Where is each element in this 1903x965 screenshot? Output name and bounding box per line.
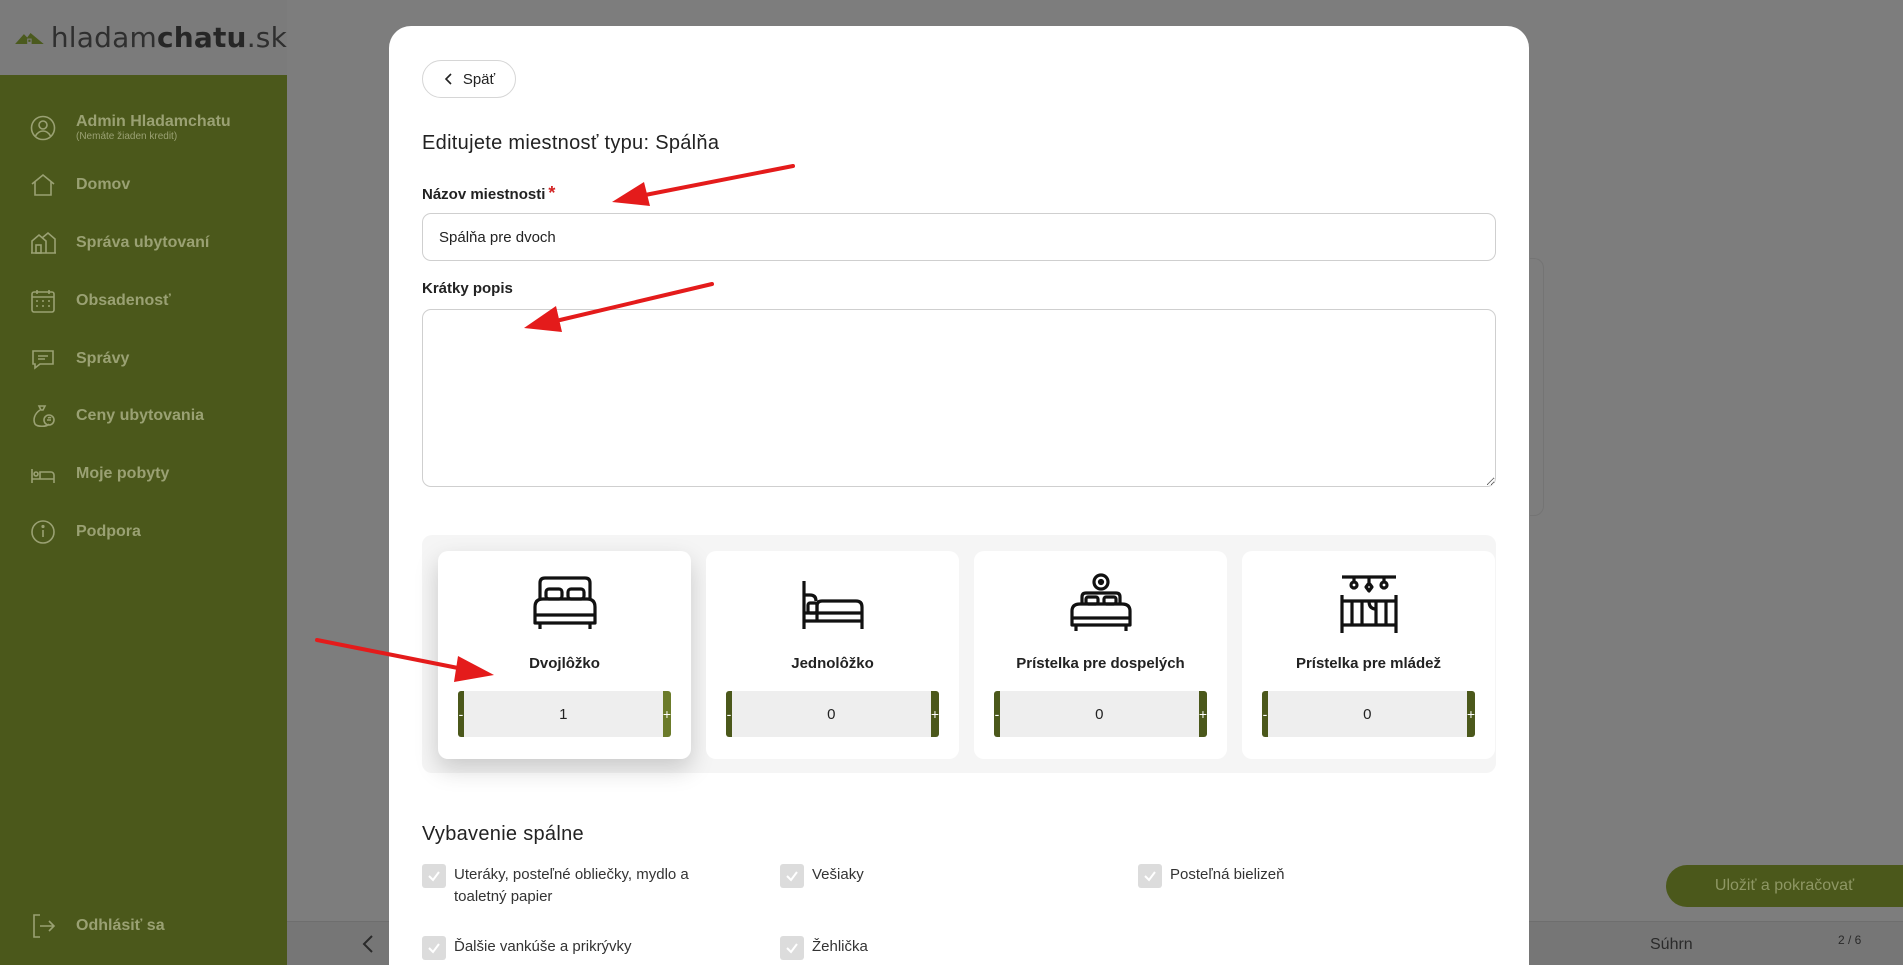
logout-icon [33,914,56,938]
equipment-item: Posteľná bielizeň [1138,864,1284,888]
calendar-icon [31,290,55,313]
room-name-label: Názov miestnosti * [422,183,556,203]
edit-room-modal: Späť Editujete miestnosť typu: Spálňa Ná… [389,26,1529,965]
sidebar-item-label: Podpora [76,523,141,540]
equipment-item: Ďalšie vankúše a prikrývky [422,936,632,960]
double-bed-icon [532,576,597,629]
back-label: Späť [462,70,496,88]
logo-roof-icon [15,32,44,44]
sidebar-item-label: Domov [76,176,131,193]
user-credit: (Nemáte žiaden kredit) [76,131,178,142]
checkbox[interactable] [780,864,804,888]
logout-button[interactable]: Odhlásiť sa [0,906,287,946]
checkbox[interactable] [422,936,446,960]
equipment-label: Vešiaky [812,866,864,883]
message-icon [32,350,54,370]
bed-card-single: Jednolôžko - + [706,551,959,759]
quantity-stepper: - + [994,691,1207,737]
sidebar: hladamchatu.sk Admin Hladamchatu (Nemáte… [0,0,287,965]
check-icon [428,943,440,954]
equipment-title: Vybavenie spálne [422,823,584,845]
sidebar-item-label: Obsadenosť [76,292,171,309]
sidebar-item-sprava-ubytovani[interactable]: Správa ubytovaní [0,223,287,263]
equipment-item: Žehlička [780,936,868,960]
bed-name: Prístelka pre dospelých [1016,655,1185,672]
logo[interactable]: hladamchatu.sk [0,0,287,75]
quantity-stepper: - + [726,691,939,737]
modal-title: Editujete miestnosť typu: Spálňa [422,132,720,154]
sidebar-item-obsadenost[interactable]: Obsadenosť [0,281,287,321]
crib-icon [1339,575,1398,633]
adult-extra-bed-icon [1069,573,1132,631]
increment-button[interactable]: + [930,691,939,737]
sidebar-item-user[interactable]: Admin Hladamchatu (Nemáte žiaden kredit) [0,108,287,148]
chevron-left-icon [444,73,452,85]
bed-card-adult-extra: Prístelka pre dospelých - + [974,551,1227,759]
back-button[interactable]: Späť [422,60,516,98]
summary-step[interactable]: Súhrn [1650,936,1693,954]
room-name-input[interactable] [422,213,1496,261]
check-icon [428,871,440,882]
check-icon [786,943,798,954]
required-mark: * [548,183,556,203]
single-bed-icon [801,581,864,629]
checkbox[interactable] [1138,864,1162,888]
beds-panel: Dvojlôžko - + Jednolôžko - + [422,535,1496,773]
sidebar-item-ceny-ubytovania[interactable]: Ceny ubytovania [0,396,287,436]
chevron-left-icon[interactable] [360,934,376,954]
quantity-stepper: - + [1262,691,1475,737]
sidebar-item-label: Správa ubytovaní [76,234,210,251]
checkbox[interactable] [422,864,446,888]
logout-label: Odhlásiť sa [76,917,165,934]
quantity-stepper: - + [458,691,671,737]
check-icon [1144,871,1156,882]
bed-card-youth-extra: Prístelka pre mládež - + [1242,551,1495,759]
background-card [1530,258,1544,516]
logo-text: hladamchatu.sk [50,21,287,54]
quantity-input[interactable] [731,691,931,737]
buildings-icon [31,231,56,254]
equipment-label: Uteráky, posteľné obliečky, mydlo a toal… [454,866,689,905]
sidebar-item-spravy[interactable]: Správy [0,339,287,379]
equipment-label: Ďalšie vankúše a prikrývky [454,938,632,955]
sidebar-item-moje-pobyty[interactable]: Moje pobyty [0,454,287,494]
description-textarea[interactable] [422,309,1496,487]
increment-button[interactable]: + [662,691,671,737]
increment-button[interactable]: + [1466,691,1475,737]
quantity-input[interactable] [999,691,1199,737]
description-label: Krátky popis [422,280,513,297]
sidebar-item-label: Správy [76,350,130,367]
sidebar-item-label: Moje pobyty [76,465,170,482]
check-icon [786,871,798,882]
equipment-item: Uteráky, posteľné obliečky, mydlo a toal… [422,864,722,908]
bed-card-double: Dvojlôžko - + [438,551,691,759]
home-icon [31,173,55,196]
checkbox[interactable] [780,936,804,960]
sidebar-item-domov[interactable]: Domov [0,165,287,205]
increment-button[interactable]: + [1198,691,1207,737]
step-counter: 2 / 6 [1838,933,1862,947]
equipment-item: Vešiaky [780,864,864,888]
info-icon [31,520,55,544]
save-continue-button[interactable]: Uložiť a pokračovať [1666,865,1903,907]
money-bag-icon [33,405,55,428]
equipment-label: Žehlička [812,938,868,955]
bed-icon [31,469,55,483]
sidebar-item-podpora[interactable]: Podpora [0,512,287,552]
bed-name: Jednolôžko [791,655,874,672]
bed-name: Dvojlôžko [529,655,600,672]
quantity-input[interactable] [463,691,663,737]
bed-name: Prístelka pre mládež [1295,655,1442,672]
user-name: Admin Hladamchatu [76,113,231,130]
sidebar-item-label: Ceny ubytovania [76,407,205,424]
quantity-input[interactable] [1267,691,1467,737]
equipment-label: Posteľná bielizeň [1170,866,1285,883]
user-icon [30,115,56,141]
